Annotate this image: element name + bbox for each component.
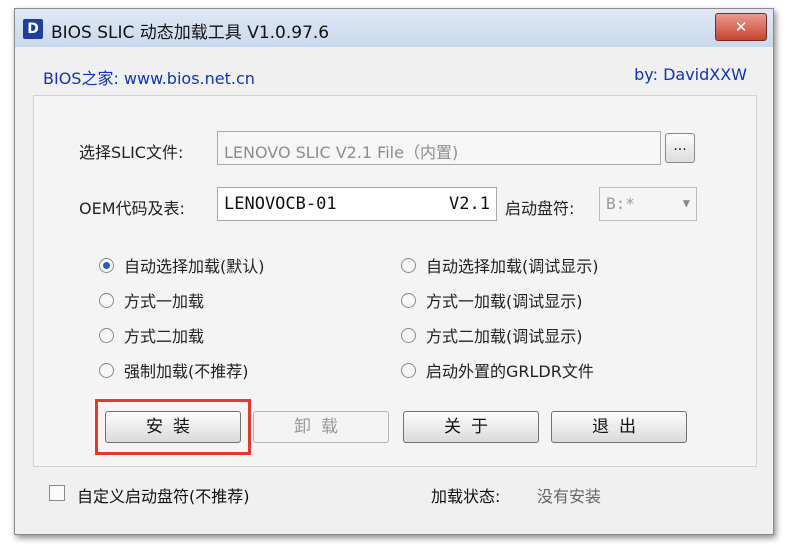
boot-drive-label: 启动盘符:	[505, 199, 575, 218]
oem-version-value: V2.1	[449, 194, 490, 214]
site-link[interactable]: BIOS之家: www.bios.net.cn	[43, 65, 255, 89]
app-window: D BIOS SLIC 动态加载工具 V1.0.97.6 ✕ BIOS之家: w…	[14, 8, 774, 535]
exit-button[interactable]: 退出	[551, 411, 687, 443]
browse-button[interactable]: ...	[665, 133, 695, 163]
option-external-grldr[interactable]: 启动外置的GRLDR文件	[401, 358, 594, 382]
oem-code-value: LENOVOCB-01	[224, 194, 337, 214]
custom-drive-checkbox[interactable]	[49, 485, 65, 501]
load-status-value: 没有安装	[537, 487, 602, 506]
uninstall-button: 卸载	[253, 411, 389, 443]
option-label: 方式二加载(调试显示)	[426, 327, 583, 346]
app-icon: D	[23, 19, 43, 39]
load-status-label: 加载状态:	[431, 487, 501, 506]
author-label: by: DavidXXW	[634, 65, 747, 84]
custom-drive-label: 自定义启动盘符(不推荐)	[77, 487, 250, 506]
option-label: 启动外置的GRLDR文件	[426, 362, 594, 381]
install-highlight-box	[95, 399, 251, 455]
slic-file-label: 选择SLIC文件:	[79, 143, 184, 162]
radio-icon[interactable]	[99, 292, 114, 308]
option-label: 强制加载(不推荐)	[124, 362, 249, 381]
close-button[interactable]: ✕	[715, 13, 767, 41]
title-bar[interactable]: D BIOS SLIC 动态加载工具 V1.0.97.6 ✕	[15, 9, 773, 47]
option-auto-debug[interactable]: 自动选择加载(调试显示)	[401, 253, 599, 277]
window-title: BIOS SLIC 动态加载工具 V1.0.97.6	[51, 23, 330, 43]
radio-icon[interactable]	[99, 327, 114, 343]
radio-icon[interactable]	[401, 292, 416, 308]
radio-icon[interactable]	[401, 362, 416, 378]
option-method-two-debug[interactable]: 方式二加载(调试显示)	[401, 323, 583, 347]
option-label: 方式二加载	[124, 327, 205, 346]
radio-icon[interactable]	[99, 257, 114, 273]
oem-label: OEM代码及表:	[79, 199, 185, 218]
option-method-one-debug[interactable]: 方式一加载(调试显示)	[401, 288, 583, 312]
boot-drive-value: B:*	[606, 194, 635, 213]
slic-file-field[interactable]: LENOVO SLIC V2.1 File（内置)	[217, 131, 661, 165]
option-label: 方式一加载	[124, 292, 205, 311]
radio-icon[interactable]	[99, 362, 114, 378]
option-method-one[interactable]: 方式一加载	[99, 288, 204, 312]
boot-drive-select[interactable]: B:* ▼	[599, 187, 697, 221]
radio-icon[interactable]	[401, 257, 416, 273]
chevron-down-icon: ▼	[682, 196, 690, 210]
option-label: 自动选择加载(默认)	[124, 257, 265, 276]
option-force-load[interactable]: 强制加载(不推荐)	[99, 358, 249, 382]
radio-icon[interactable]	[401, 327, 416, 343]
option-auto-default[interactable]: 自动选择加载(默认)	[99, 253, 265, 277]
about-button[interactable]: 关于	[403, 411, 539, 443]
oem-code-field[interactable]: LENOVOCB-01 V2.1	[217, 187, 497, 221]
option-label: 方式一加载(调试显示)	[426, 292, 583, 311]
option-method-two[interactable]: 方式二加载	[99, 323, 204, 347]
option-label: 自动选择加载(调试显示)	[426, 257, 599, 276]
